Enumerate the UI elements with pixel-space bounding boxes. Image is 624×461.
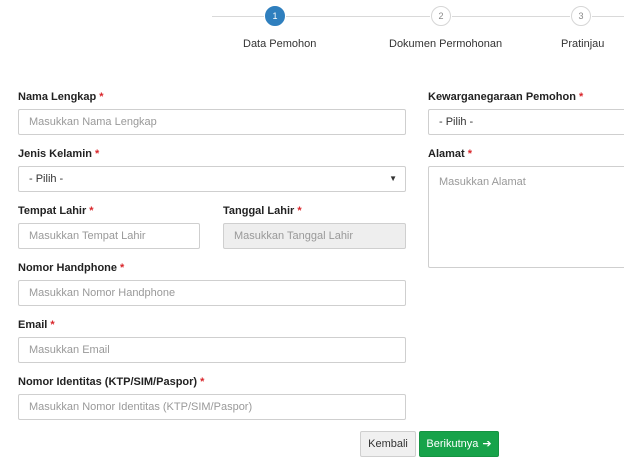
button-label: Berikutnya [426,438,479,450]
label-text: Tempat Lahir [18,205,87,217]
placeholder-text: Masukkan Tanggal Lahir [234,230,354,242]
alamat-textarea[interactable]: Masukkan Alamat [428,166,624,268]
required-mark: * [578,91,584,103]
label-text: Kewarganegaraan Pemohon [428,91,576,103]
required-mark: * [89,205,94,217]
nama-lengkap-label: Nama Lengkap * [18,91,104,103]
tanggal-lahir-input[interactable]: Masukkan Tanggal Lahir [223,223,406,249]
stepper-line [592,16,624,17]
nomor-handphone-label: Nomor Handphone * [18,262,124,274]
arrow-right-icon: ➔ [482,438,492,450]
berikutnya-button[interactable]: Berikutnya ➔ [419,431,499,457]
selected-value: - Pilih - [29,173,64,185]
placeholder-text: Masukkan Nama Lengkap [29,116,157,128]
required-mark: * [467,148,472,160]
label-text: Nomor Identitas (KTP/SIM/Paspor) [18,376,198,388]
placeholder-text: Masukkan Email [29,344,110,356]
placeholder-text: Masukkan Alamat [439,176,526,188]
kewarganegaraan-select[interactable]: - Pilih - [428,109,624,135]
kembali-button[interactable]: Kembali [360,431,416,457]
placeholder-text: Masukkan Nomor Identitas (KTP/SIM/Paspor… [29,401,253,413]
tempat-lahir-input[interactable]: Masukkan Tempat Lahir [18,223,200,249]
label-text: Jenis Kelamin [18,148,92,160]
email-input[interactable]: Masukkan Email [18,337,406,363]
required-mark: * [50,319,55,331]
jenis-kelamin-select[interactable]: - Pilih - ▼ [18,166,406,192]
step-1-circle[interactable]: 1 [265,6,285,26]
tempat-lahir-label: Tempat Lahir * [18,205,94,217]
tanggal-lahir-label: Tanggal Lahir * [223,205,302,217]
progress-stepper: 1 2 3 Data Pemohon Dokumen Permohonan Pr… [0,0,624,60]
required-mark: * [94,148,100,160]
step-3-label: Pratinjau [561,38,605,50]
kewarganegaraan-label: Kewarganegaraan Pemohon * [428,91,583,103]
caret-down-icon: ▼ [389,174,397,183]
stepper-line [286,16,430,17]
stepper-line [452,16,570,17]
label-text: Nama Lengkap [18,91,97,103]
required-mark: * [200,376,205,388]
alamat-label: Alamat * [428,148,472,160]
step-2-label: Dokumen Permohonan [389,38,503,50]
email-label: Email * [18,319,55,331]
nama-lengkap-input[interactable]: Masukkan Nama Lengkap [18,109,406,135]
label-text: Alamat [428,148,465,160]
nomor-identitas-label: Nomor Identitas (KTP/SIM/Paspor) * [18,376,204,388]
nomor-identitas-input[interactable]: Masukkan Nomor Identitas (KTP/SIM/Paspor… [18,394,406,420]
step-1-label: Data Pemohon [243,38,317,50]
selected-value: - Pilih - [439,116,474,128]
label-text: Tanggal Lahir [223,205,295,217]
label-text: Nomor Handphone [18,262,117,274]
required-mark: * [297,205,302,217]
placeholder-text: Masukkan Tempat Lahir [29,230,146,242]
step-2-circle[interactable]: 2 [431,6,451,26]
step-3-circle[interactable]: 3 [571,6,591,26]
jenis-kelamin-label: Jenis Kelamin * [18,148,99,160]
placeholder-text: Masukkan Nomor Handphone [29,287,176,299]
label-text: Email [18,319,48,331]
required-mark: * [99,91,104,103]
nomor-handphone-input[interactable]: Masukkan Nomor Handphone [18,280,406,306]
stepper-line [212,16,264,17]
button-label: Kembali [368,438,408,450]
required-mark: * [120,262,125,274]
